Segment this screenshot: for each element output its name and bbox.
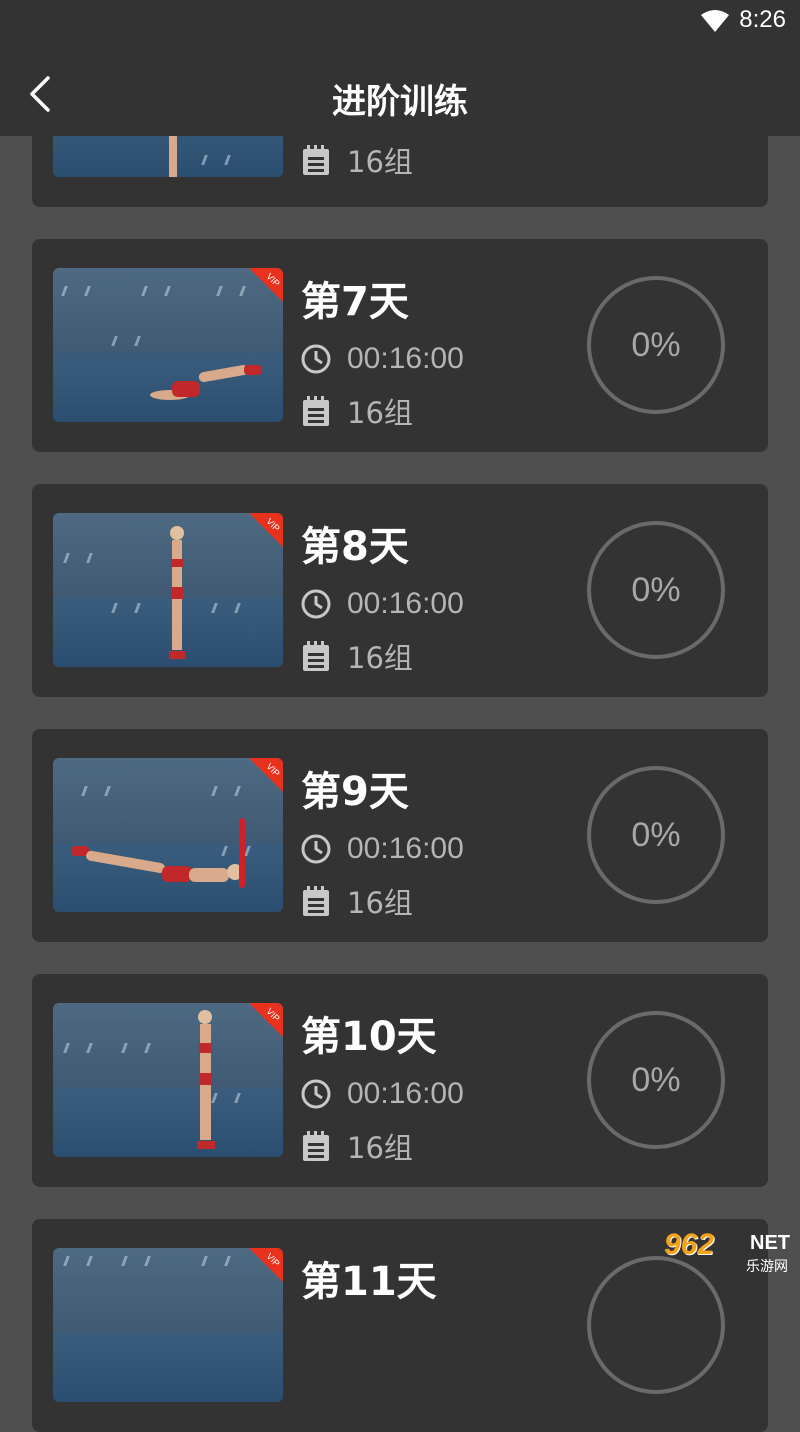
duration-value: 00:16:00 [347,832,464,866]
brand-logo-icon [121,1256,151,1266]
day-title: 第11天 [301,1249,437,1307]
notepad-icon [300,885,332,917]
day-title: 第9天 [301,759,409,817]
page-title: 进阶训练 [0,74,800,123]
duration-row: 00:16:00 [300,587,464,621]
brand-logo-icon [61,286,91,296]
day-title: 第7天 [301,269,409,327]
sets-row: 16组 [300,884,413,918]
brand-logo-icon [111,603,141,613]
duration-row: 00:16:00 [300,342,464,376]
brand-logo-icon [63,1256,93,1266]
brand-logo-icon [141,286,171,296]
brand-logo-icon [211,786,241,796]
brand-logo-icon [81,786,111,796]
progress-percent: 0% [631,326,680,365]
duration-row: 00:16:00 [300,832,464,866]
sets-count: 16组 [347,635,413,677]
progress-ring: 0% [587,1011,725,1149]
duration-row: 00:16:00 [300,1077,464,1111]
clock-icon [300,588,332,620]
exercise-thumbnail: VIP [53,1003,283,1157]
clock-icon [300,343,332,375]
exercise-thumbnail: VIP [53,758,283,912]
training-day-card[interactable]: VIP 第7天 00:16:00 16组 0% [32,239,768,452]
training-day-list[interactable]: 16组 0% VIP 第7天 [0,0,800,1280]
notepad-icon [300,1130,332,1162]
sets-count: 16组 [347,390,413,432]
status-bar: 8:26 [0,0,800,50]
day-title: 第8天 [301,514,409,572]
exercise-thumbnail: VIP [53,1248,283,1402]
app-bar: 进阶训练 [0,50,800,136]
progress-percent: 0% [631,571,680,610]
vip-badge: VIP [249,758,283,792]
athlete-figure [148,363,268,403]
vip-badge: VIP [249,1248,283,1282]
sets-count: 16组 [347,880,413,922]
brand-logo-icon [201,1256,231,1266]
notepad-icon [300,144,332,176]
progress-percent: 0% [631,1061,680,1100]
duration-value: 00:16:00 [347,587,464,621]
duration-value: 00:16:00 [347,1077,464,1111]
status-time: 8:26 [739,6,786,34]
clock-icon [300,1078,332,1110]
notepad-icon [300,395,332,427]
vip-badge: VIP [249,513,283,547]
brand-logo-icon [216,286,246,296]
brand-logo-icon [201,155,231,165]
athlete-figure [193,1009,219,1155]
athlete-figure [67,818,257,898]
sets-count: 16组 [347,139,413,181]
brand-logo-icon [63,1043,93,1053]
exercise-thumbnail: VIP [53,268,283,422]
watermark-caption: 乐游网 [746,1256,788,1276]
sets-row: 16组 [300,639,413,673]
sets-row: 16组 [300,1129,413,1163]
sets-row: 16组 [300,394,413,428]
brand-logo-icon [121,1043,151,1053]
sets-row: 16组 [300,143,413,177]
progress-ring [587,1256,725,1394]
progress-percent: 0% [631,816,680,855]
vip-badge: VIP [249,1003,283,1037]
training-day-card[interactable]: VIP 第8天 00:16:00 16组 0% [32,484,768,697]
duration-value: 00:16:00 [347,342,464,376]
training-day-card[interactable]: VIP 第10天 00:16:00 16组 0% [32,974,768,1187]
brand-logo-icon [211,603,241,613]
day-title: 第10天 [301,1004,437,1062]
brand-logo-icon [111,336,141,346]
clock-icon [300,833,332,865]
athlete-figure [165,525,189,665]
sets-count: 16组 [347,1125,413,1167]
exercise-thumbnail: VIP [53,513,283,667]
progress-ring: 0% [587,766,725,904]
watermark-number: 962 [664,1228,714,1262]
notepad-icon [300,640,332,672]
brand-logo-icon [63,553,93,563]
site-watermark-logo: 962 NET 乐游网 [656,1228,794,1276]
vip-badge: VIP [249,268,283,302]
wifi-icon [700,9,730,33]
watermark-suffix: NET [750,1232,790,1255]
progress-ring: 0% [587,521,725,659]
progress-ring: 0% [587,276,725,414]
training-day-card[interactable]: VIP 第9天 00:16:00 16组 0% [32,729,768,942]
